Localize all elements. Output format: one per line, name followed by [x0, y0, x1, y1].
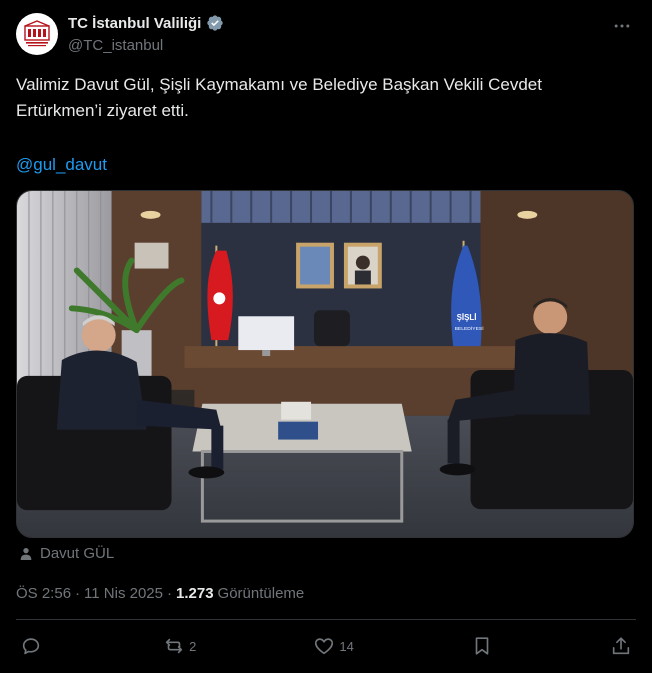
like-count: 14 — [339, 638, 354, 654]
meta-separator: · — [75, 585, 81, 602]
mention-link[interactable]: @gul_davut — [16, 152, 107, 178]
share-icon — [612, 637, 630, 655]
tweet-photo[interactable]: ŞİŞLİ BELEDİYESİ — [16, 190, 634, 538]
like-button[interactable]: 14 — [313, 635, 354, 657]
tweet: TC İstanbul Valiliği @TC_istanbul Valimi… — [0, 0, 652, 673]
heart-icon — [315, 638, 334, 655]
share-button[interactable] — [610, 635, 632, 657]
verified-badge-icon[interactable] — [206, 14, 224, 32]
bookmark-button[interactable] — [471, 635, 493, 657]
avatar[interactable] — [16, 13, 58, 55]
istanbul-governorship-logo — [21, 18, 53, 50]
retweet-icon — [165, 638, 183, 654]
author-handle[interactable]: @TC_istanbul — [68, 37, 163, 54]
author-name-row: TC İstanbul Valiliği — [68, 14, 224, 32]
person-icon — [20, 547, 32, 560]
divider — [16, 619, 636, 620]
retweet-count: 2 — [189, 638, 197, 654]
tweet-date[interactable]: 11 Nis 2025 — [84, 585, 163, 602]
more-options-button[interactable] — [610, 14, 634, 38]
tweet-text: Valimiz Davut Gül, Şişli Kaymakamı ve Be… — [16, 75, 547, 120]
views-count: 1.273 — [176, 585, 214, 602]
tweet-time[interactable]: ÖS 2:56 — [16, 585, 71, 602]
flag-subtext: BELEDİYESİ — [455, 325, 484, 332]
tweet-meta: ÖS 2:56 · 11 Nis 2025 · 1.273 Görüntülem… — [16, 585, 304, 602]
action-bar: 2 14 — [20, 635, 632, 657]
bookmark-icon — [475, 637, 489, 655]
meta-separator: · — [167, 585, 172, 602]
more-dots-icon — [614, 24, 630, 28]
meeting-photo: ŞİŞLİ BELEDİYESİ — [17, 191, 633, 537]
tagged-user-name: Davut GÜL — [40, 545, 115, 562]
reply-button[interactable] — [20, 635, 46, 657]
views-label: Görüntüleme — [217, 585, 305, 602]
tagged-user[interactable]: Davut GÜL — [18, 545, 114, 562]
retweet-button[interactable]: 2 — [163, 635, 196, 657]
author-display-name[interactable]: TC İstanbul Valiliği — [68, 15, 201, 32]
reply-icon — [22, 638, 40, 655]
flag-text: ŞİŞLİ — [457, 313, 477, 322]
